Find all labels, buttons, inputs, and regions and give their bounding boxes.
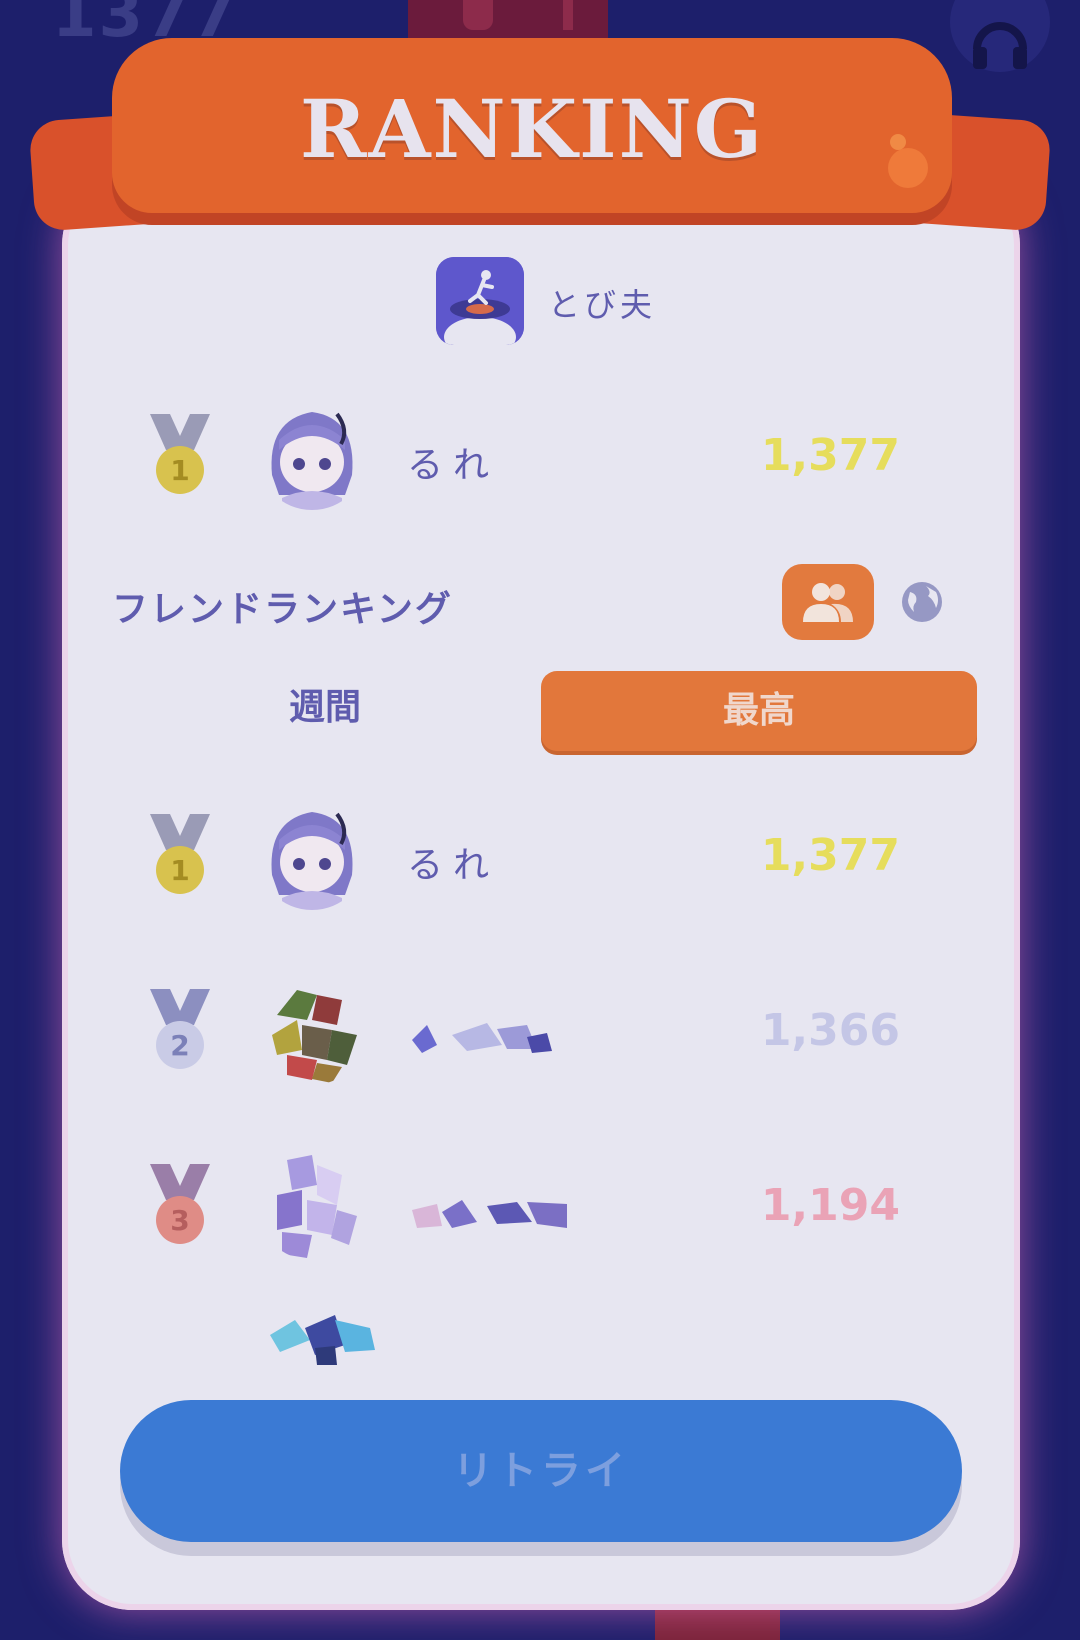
strip-mark [563,0,573,30]
silver-medal-icon: 2 [150,989,210,1069]
leaderboard-row[interactable]: 3 1,194 [62,1150,1020,1270]
strip-mark [463,0,493,30]
player-score: 1,194 [760,1180,900,1231]
globe-icon[interactable] [900,580,944,624]
player-score: 1,377 [760,430,900,481]
player-name-redacted [412,1200,567,1228]
player-name: るれ [407,445,500,486]
headphone-icon [973,22,1027,69]
leaderboard-row[interactable]: 2 1,366 [62,975,1020,1095]
avatar [257,1150,367,1260]
friend-ranking-title: フレンドランキング [112,589,453,630]
background-strip-bottom [655,1610,780,1640]
friends-filter-button[interactable] [782,564,874,640]
gold-medal-icon: 1 [150,814,210,894]
bronze-medal-icon: 3 [150,1164,210,1244]
medal-rank: 1 [170,854,189,887]
player-name-redacted [412,1023,552,1053]
leaderboard-row[interactable]: 1 るれ 1,377 [62,800,1020,920]
retry-button[interactable]: リトライ [120,1400,962,1542]
my-rank-row: 1 るれ 1,377 [62,400,1020,520]
medal-rank: 3 [170,1204,189,1237]
avatar [257,800,367,910]
jumper-app-icon [436,257,524,345]
ranking-title: RANKING [299,82,765,176]
player-score: 1,366 [760,1005,900,1056]
avatar [257,975,367,1085]
gold-medal-icon: 1 [150,414,210,494]
tab-weekly[interactable]: 週間 [250,673,400,743]
ribbon-decoration [888,148,928,188]
background-strip-top [408,0,608,40]
player-score: 1,377 [760,830,900,881]
headphone-button[interactable] [950,0,1050,72]
player-name: るれ [407,845,500,886]
medal-rank: 2 [170,1029,189,1062]
tab-best[interactable]: 最高 [541,671,977,751]
avatar [270,1315,375,1365]
ribbon-decoration [890,134,906,150]
ranking-ribbon: RANKING [112,38,952,213]
game-name: とび夫 [548,286,657,324]
avatar[interactable] [257,400,367,510]
medal-rank: 1 [170,454,189,487]
people-icon [803,583,853,622]
